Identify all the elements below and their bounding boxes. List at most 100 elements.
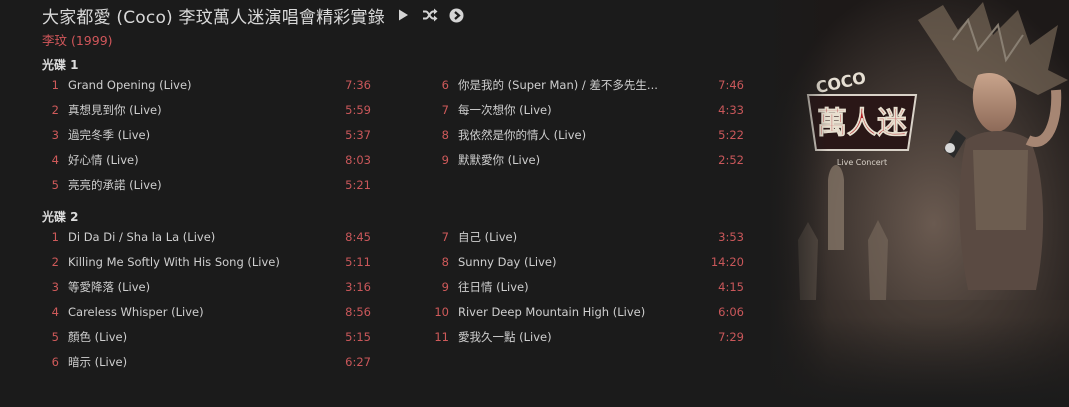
track-column-left: 1 Grand Opening (Live) 7:36 2 真想見到你 (Live) 5… [42,73,427,198]
track-title: River Deep Mountain High (Live) [458,305,646,319]
track-row[interactable]: 6 暗示 (Live) 6:27 [42,350,427,375]
track-number: 9 [441,280,449,294]
track-duration: 5:59 [345,103,371,117]
track-row[interactable]: 7 每一次想你 (Live) 4:33 [427,98,757,123]
track-column-left: 1 Di Da Di / Sha la La (Live) 8:45 2 Killin… [42,225,427,375]
track-number: 5 [51,330,59,344]
track-number: 6 [441,78,449,92]
track-duration: 6:27 [345,355,371,369]
track-duration: 5:37 [345,128,371,142]
track-title: 暗示 (Live) [68,355,128,369]
track-row[interactable]: 5 顏色 (Live) 5:15 [42,325,427,350]
track-title: 愛我久一點 (Live) [458,330,552,344]
track-title: 默默愛你 (Live) [458,153,541,167]
track-title: 往日情 (Live) [458,280,529,294]
track-row[interactable]: 7 自己 (Live) 3:53 [427,225,757,250]
track-row[interactable]: 8 Sunny Day (Live) 14:20 [427,250,757,275]
track-row[interactable]: 3 過完冬季 (Live) 5:37 [42,123,427,148]
cover-bottom-fade [768,317,1069,407]
track-duration: 7:29 [718,330,744,344]
track-duration: 4:15 [718,280,744,294]
track-duration: 8:03 [345,153,371,167]
album-view: 大家都愛 (Coco) 李玟萬人迷演唱會精彩實錄 李玟 (1999) 光碟 1 … [0,0,1069,407]
track-title: 你是我的 (Super Man) / 差不多先生... [458,78,658,92]
track-row[interactable]: 4 Careless Whisper (Live) 8:56 [42,300,427,325]
track-number: 10 [434,305,449,319]
track-duration: 6:06 [718,305,744,319]
disc-1: 光碟 1 1 Grand Opening (Live) 7:36 2 真想見到你 (L… [42,57,762,198]
track-title: Grand Opening (Live) [68,78,192,92]
track-row[interactable]: 3 等愛降落 (Live) 3:16 [42,275,427,300]
disc-label: 光碟 1 [42,58,79,72]
track-title: 我依然是你的情人 (Live) [458,128,587,142]
track-duration: 7:46 [718,78,744,92]
shuffle-icon[interactable] [421,6,439,24]
disc-columns: 1 Di Da Di / Sha la La (Live) 8:45 2 Killin… [42,225,762,375]
track-duration: 8:56 [345,305,371,319]
track-number: 5 [51,178,59,192]
next-circle-icon[interactable] [448,6,466,24]
track-number: 2 [51,103,59,117]
track-number: 7 [441,230,449,244]
track-column-right: 7 自己 (Live) 3:53 8 Sunny Day (Live) 14:20 9往… [427,225,757,375]
track-number: 4 [51,153,59,167]
cover-logo-small: Live Concert [837,158,887,167]
track-duration: 2:52 [718,153,744,167]
track-row[interactable]: 6 你是我的 (Super Man) / 差不多先生... 7:46 [427,73,757,98]
track-number: 9 [441,153,449,167]
track-duration: 14:20 [710,255,744,269]
track-number: 4 [51,305,59,319]
track-duration: 5:22 [718,128,744,142]
track-row[interactable]: 4 好心情 (Live) 8:03 [42,148,427,173]
album-header: 大家都愛 (Coco) 李玟萬人迷演唱會精彩實錄 李玟 (1999) [42,4,769,49]
track-number: 8 [441,255,449,269]
track-row[interactable]: 2 真想見到你 (Live) 5:59 [42,98,427,123]
track-duration: 7:36 [345,78,371,92]
track-title: 等愛降落 (Live) [68,280,151,294]
track-number: 8 [441,128,449,142]
track-duration: 3:16 [345,280,371,294]
track-number: 7 [441,103,449,117]
track-row[interactable]: 9 默默愛你 (Live) 2:52 [427,148,757,173]
title-row: 大家都愛 (Coco) 李玟萬人迷演唱會精彩實錄 [42,4,769,28]
track-title: 每一次想你 (Live) [458,103,552,117]
track-number: 1 [51,78,59,92]
album-cover: 萬人迷 COCO Live Concert [768,0,1069,407]
track-number: 6 [51,355,59,369]
track-title: 亮亮的承諾 (Live) [68,178,162,192]
track-row[interactable]: 1 Di Da Di / Sha la La (Live) 8:45 [42,225,427,250]
track-duration: 4:33 [718,103,744,117]
track-number: 3 [51,280,59,294]
track-duration: 3:53 [718,230,744,244]
track-number: 1 [51,230,59,244]
play-icon[interactable] [394,6,412,24]
disc-2: 光碟 2 1 Di Da Di / Sha la La (Live) 8:45 2K… [42,209,762,375]
track-row[interactable]: 9 往日情 (Live) 4:15 [427,275,757,300]
track-row[interactable]: 10 River Deep Mountain High (Live) 6:06 [427,300,757,325]
track-row[interactable]: 8 我依然是你的情人 (Live) 5:22 [427,123,757,148]
track-title: 自己 (Live) [458,230,518,244]
track-row[interactable]: 2 Killing Me Softly With His Song (Live) 5… [42,250,427,275]
cover-logo-text: 萬人迷 [817,106,908,141]
artist-year[interactable]: 李玟 (1999) [42,30,769,49]
track-number: 2 [51,255,59,269]
track-title: 好心情 (Live) [68,153,139,167]
track-title: 過完冬季 (Live) [68,128,151,142]
track-row[interactable]: 1 Grand Opening (Live) 7:36 [42,73,427,98]
track-duration: 8:45 [345,230,371,244]
track-title: 顏色 (Live) [68,330,128,344]
track-title: Sunny Day (Live) [458,255,557,269]
track-number: 3 [51,128,59,142]
track-row[interactable]: 5 亮亮的承諾 (Live) 5:21 [42,173,427,198]
track-duration: 5:21 [345,178,371,192]
track-title: 真想見到你 (Live) [68,103,162,117]
track-title: Careless Whisper (Live) [68,305,204,319]
track-duration: 5:15 [345,330,371,344]
track-title: Di Da Di / Sha la La (Live) [68,230,216,244]
track-row[interactable]: 11 愛我久一點 (Live) 7:29 [427,325,757,350]
album-title: 大家都愛 (Coco) 李玟萬人迷演唱會精彩實錄 [42,7,385,28]
disc-label: 光碟 2 [42,210,79,224]
track-column-right: 6 你是我的 (Super Man) / 差不多先生... 7:46 7 每一次想你 … [427,73,757,198]
track-number: 11 [434,330,449,344]
track-title: Killing Me Softly With His Song (Live) [68,255,280,269]
